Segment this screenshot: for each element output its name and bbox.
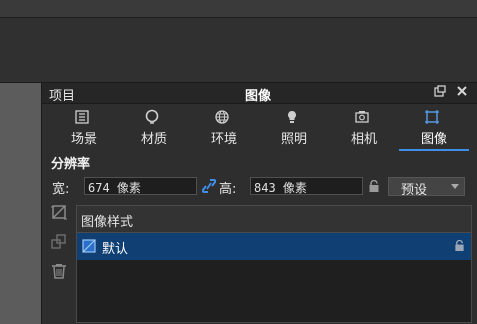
image-icon <box>425 110 439 124</box>
link-icon[interactable] <box>201 178 217 198</box>
resolution-row: 宽: 674 像素 高: 843 像素 预设 <box>42 175 477 198</box>
tab-label: 场景 <box>70 132 97 147</box>
duplicate-style-button[interactable] <box>51 234 69 252</box>
tab-image[interactable]: 图像 <box>399 106 469 151</box>
lock-icon[interactable] <box>368 179 380 196</box>
height-label: 高: <box>219 182 237 197</box>
image-panel: 项目 图像 场景 材质 环境 照明 相机 图像 分辨率 宽: 674 像素 高:… <box>42 83 477 324</box>
panel-title: 图像 <box>245 89 272 104</box>
image-styles-list: 图像样式 默认 <box>76 205 472 323</box>
tab-scene[interactable]: 场景 <box>49 106 119 148</box>
lighting-icon <box>288 111 296 123</box>
undock-icon[interactable] <box>434 85 446 100</box>
new-style-button[interactable] <box>51 204 69 222</box>
close-icon[interactable] <box>456 85 468 100</box>
panel-header: 项目 图像 <box>42 83 477 104</box>
tab-material[interactable]: 材质 <box>119 106 189 148</box>
height-field[interactable]: 843 像素 <box>250 177 363 195</box>
top-toolbar <box>0 0 477 18</box>
tab-label: 环境 <box>210 132 237 147</box>
width-value: 674 像素 <box>88 181 141 195</box>
toolbar-band <box>0 18 477 83</box>
tab-lighting[interactable]: 照明 <box>259 106 329 148</box>
tab-label: 照明 <box>280 132 307 147</box>
height-value: 843 像素 <box>254 181 307 195</box>
width-label: 宽: <box>52 182 70 197</box>
preset-dropdown[interactable]: 预设 <box>388 177 465 198</box>
tab-label: 相机 <box>350 132 377 147</box>
viewport-area[interactable] <box>0 83 42 324</box>
image-style-icon <box>82 239 96 253</box>
environment-icon <box>215 110 229 124</box>
material-icon <box>145 109 159 124</box>
resolution-title: 分辨率 <box>51 157 91 172</box>
style-name: 默认 <box>102 242 129 257</box>
scene-icon <box>75 110 89 124</box>
new-image-style-icon <box>51 205 67 220</box>
lock-icon <box>454 239 465 255</box>
preset-value: 预设 <box>401 183 428 198</box>
list-item[interactable]: 默认 <box>77 233 471 260</box>
tab-camera[interactable]: 相机 <box>329 106 399 148</box>
delete-style-button[interactable] <box>51 263 69 281</box>
trash-icon <box>52 264 66 279</box>
image-styles-title: 图像样式 <box>81 215 134 230</box>
panel-tabs: 场景 材质 环境 照明 相机 图像 <box>42 104 477 151</box>
project-tab[interactable]: 项目 <box>49 85 75 104</box>
image-styles-header: 图像样式 <box>77 206 471 233</box>
tab-environment[interactable]: 环境 <box>189 106 259 148</box>
tab-label: 图像 <box>420 132 447 147</box>
width-field[interactable]: 674 像素 <box>84 177 197 195</box>
duplicate-icon <box>51 234 66 249</box>
tab-label: 材质 <box>140 132 167 147</box>
camera-icon <box>355 111 369 123</box>
chevron-down-icon <box>451 184 459 189</box>
